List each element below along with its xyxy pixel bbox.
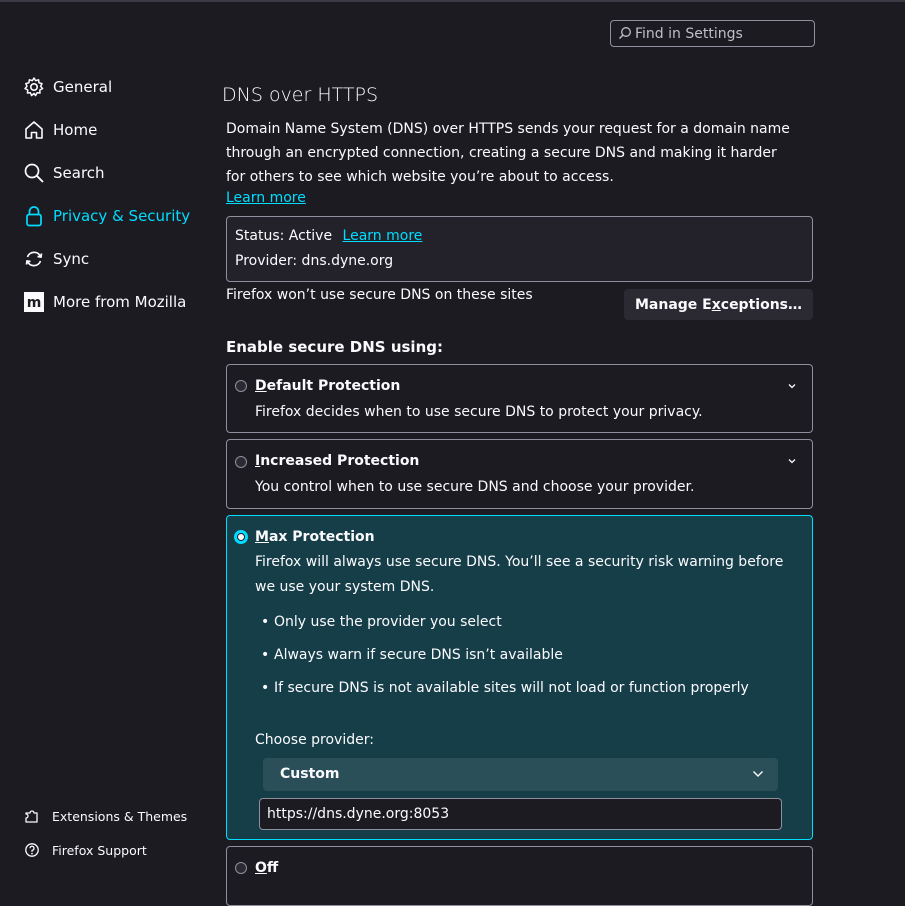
status-text: Status: Active xyxy=(235,228,333,244)
mozilla-icon: m xyxy=(22,290,46,314)
search-input[interactable] xyxy=(635,24,805,43)
option-title: Default Protection xyxy=(255,378,400,394)
button-label-pre: Manage E xyxy=(634,296,712,313)
enable-secure-dns-heading: Enable secure DNS using: xyxy=(226,338,443,356)
sidebar-item-home[interactable]: Home xyxy=(22,117,212,143)
list-item: • If secure DNS is not available sites wi… xyxy=(261,680,749,696)
chevron-down-icon[interactable] xyxy=(786,380,798,392)
search-icon xyxy=(619,27,631,39)
option-title: Off xyxy=(255,860,278,876)
choose-provider-label: Choose provider: xyxy=(255,732,374,748)
chevron-down-icon xyxy=(753,771,763,777)
sidebar-item-privacy-security[interactable]: Privacy & Security xyxy=(22,203,212,229)
sidebar-item-label: Search xyxy=(53,164,105,182)
sync-icon xyxy=(22,247,46,271)
help-icon xyxy=(22,840,42,860)
sidebar-footer-label: Extensions & Themes xyxy=(52,808,188,824)
max-protection-bullets: • Only use the provider you select • Alway… xyxy=(261,612,749,711)
sidebar-item-more-from-mozilla[interactable]: m More from Mozilla xyxy=(22,289,212,315)
option-off[interactable]: Off xyxy=(226,846,813,906)
lock-icon xyxy=(22,204,46,228)
sidebar-item-label: Sync xyxy=(53,250,90,268)
sidebar-footer-extensions-themes[interactable]: Extensions & Themes xyxy=(22,806,187,826)
sidebar-footer-label: Firefox Support xyxy=(52,842,147,858)
sidebar-item-sync[interactable]: Sync xyxy=(22,246,212,272)
settings-search[interactable] xyxy=(610,20,815,47)
option-title: Increased Protection xyxy=(255,453,419,469)
chevron-down-icon[interactable] xyxy=(786,455,798,467)
search-icon xyxy=(22,161,46,185)
sidebar-item-label: More from Mozilla xyxy=(53,293,187,311)
radio-increased[interactable] xyxy=(235,456,247,468)
bullet-text: If secure DNS is not available sites wil… xyxy=(274,680,749,696)
manage-exceptions-button[interactable]: Manage Exceptions… xyxy=(624,289,813,320)
exceptions-description: Firefox won’t use secure DNS on these si… xyxy=(226,287,533,303)
sidebar-item-general[interactable]: General xyxy=(22,74,212,100)
option-description: You control when to use secure DNS and c… xyxy=(255,479,695,495)
provider-select-value: Custom xyxy=(280,766,340,782)
section-description: Domain Name System (DNS) over HTTPS send… xyxy=(226,121,790,185)
provider-select[interactable]: Custom xyxy=(263,758,778,791)
button-access-key: x xyxy=(711,296,721,313)
bullet-text: Always warn if secure DNS isn’t availabl… xyxy=(274,647,563,663)
option-title-rest: efault Protection xyxy=(266,378,401,394)
access-key: O xyxy=(255,860,267,876)
option-default-protection[interactable]: Default Protection Firefox decides when … xyxy=(226,364,813,433)
button-label-post: ceptions… xyxy=(720,296,802,313)
provider-text: Provider: dns.dyne.org xyxy=(235,253,394,269)
puzzle-icon xyxy=(22,806,42,826)
status-learn-more-link[interactable]: Learn more xyxy=(343,228,423,244)
list-item: • Always warn if secure DNS isn’t availab… xyxy=(261,647,563,663)
sidebar-item-label: Home xyxy=(53,121,98,139)
sidebar-item-label: General xyxy=(53,78,113,96)
radio-off[interactable] xyxy=(235,862,247,874)
option-title: Max Protection xyxy=(255,529,375,545)
section-title: DNS over HTTPS xyxy=(222,84,379,106)
window-top-border xyxy=(0,0,905,2)
list-item: • Only use the provider you select xyxy=(261,614,502,630)
status-line: Status: Active Learn more xyxy=(235,228,422,244)
access-key: D xyxy=(255,378,267,394)
option-title-rest: ncreased Protection xyxy=(260,453,420,469)
home-icon xyxy=(22,118,46,142)
svg-text:m: m xyxy=(27,295,42,311)
option-increased-protection[interactable]: Increased Protection You control when to… xyxy=(226,439,813,509)
gear-icon xyxy=(22,75,46,99)
option-title-rest: ff xyxy=(266,860,279,876)
access-key: M xyxy=(255,529,269,545)
sidebar-footer-firefox-support[interactable]: Firefox Support xyxy=(22,840,147,860)
sidebar-item-label: Privacy & Security xyxy=(53,207,191,225)
option-title-rest: ax Protection xyxy=(268,529,375,545)
bullet-text: Only use the provider you select xyxy=(274,614,502,630)
radio-default[interactable] xyxy=(235,380,247,392)
option-max-protection[interactable]: Max Protection Firefox will always use s… xyxy=(226,515,813,840)
learn-more-link[interactable]: Learn more xyxy=(226,190,306,206)
custom-provider-url-input[interactable] xyxy=(259,798,782,830)
option-description: Firefox will always use secure DNS. You’… xyxy=(255,554,784,595)
radio-max[interactable] xyxy=(234,530,248,544)
dns-status-box: Status: Active Learn more Provider: dns.… xyxy=(226,216,813,282)
option-description: Firefox decides when to use secure DNS t… xyxy=(255,404,703,420)
sidebar-item-search[interactable]: Search xyxy=(22,160,212,186)
